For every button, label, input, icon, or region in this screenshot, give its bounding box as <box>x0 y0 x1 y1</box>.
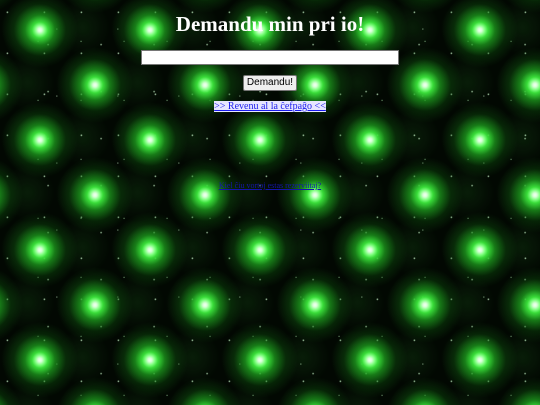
page-title: Demandu min pri io! <box>175 12 365 36</box>
question-input[interactable] <box>141 50 399 65</box>
ask-button[interactable]: Demandu! <box>243 75 297 91</box>
bottom-link[interactable]: Kiel ĉiu vortoj estas rezerviitaj? <box>219 181 321 190</box>
back-to-homepage-link[interactable]: >> Revenu al la ĉefpaĝo << <box>214 101 326 112</box>
back-link-container: >> Revenu al la ĉefpaĝo << <box>0 101 540 112</box>
bottom-link-container: Kiel ĉiu vortoj estas rezerviitaj? <box>0 181 540 190</box>
